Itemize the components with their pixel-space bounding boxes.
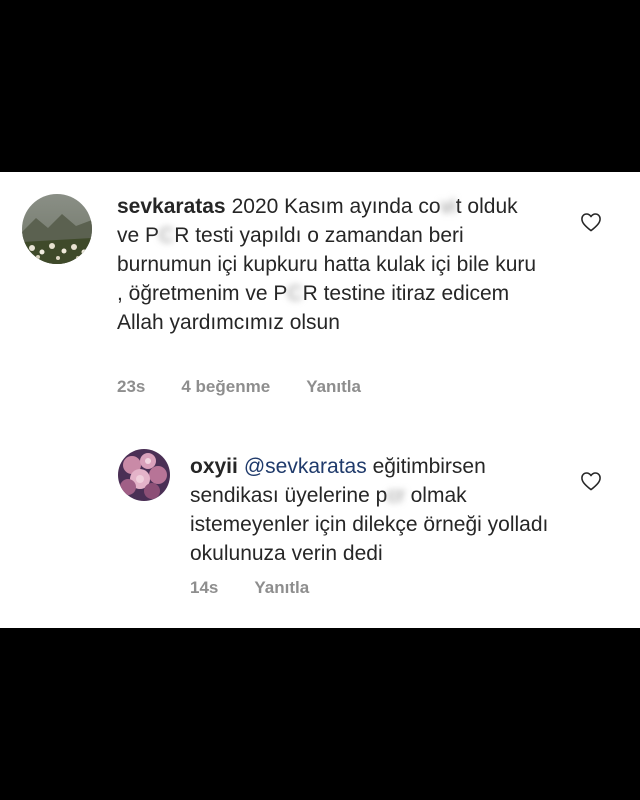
heart-outline-icon[interactable] bbox=[580, 471, 602, 491]
comment-text-segment: p bbox=[375, 484, 388, 507]
comment-timestamp[interactable]: 23s bbox=[117, 377, 145, 397]
blurred-text: C bbox=[287, 282, 303, 305]
mention-link[interactable]: @sevkaratas bbox=[244, 455, 367, 478]
blurred-text: cr bbox=[387, 484, 405, 507]
avatar[interactable] bbox=[22, 194, 92, 264]
reply-button[interactable]: Yanıtla bbox=[254, 578, 309, 598]
likes-count[interactable]: 4 beğenme bbox=[181, 377, 270, 397]
comment-timestamp[interactable]: 14s bbox=[190, 578, 218, 598]
comment-meta: 23s 4 beğenme Yanıtla bbox=[117, 377, 361, 397]
comment-text-segment: 2020 Kasım ayında bbox=[231, 195, 419, 218]
blurred-text: vi bbox=[440, 195, 456, 218]
comment-text: sevkaratas 2020 Kasım ayında covit olduk … bbox=[117, 192, 537, 337]
comment-text: oxyii @sevkaratas eğitimbirsen sendikası … bbox=[190, 452, 555, 568]
avatar[interactable] bbox=[118, 449, 170, 501]
reply-button[interactable]: Yanıtla bbox=[306, 377, 361, 397]
reply-comment-item: oxyii @sevkaratas eğitimbirsen sendikası … bbox=[0, 432, 640, 622]
comment-text-segment: P bbox=[273, 282, 288, 305]
comment-text-segment: co bbox=[418, 195, 441, 218]
comments-panel: sevkaratas 2020 Kasım ayında covit olduk … bbox=[0, 172, 640, 628]
comment-username[interactable]: oxyii bbox=[190, 455, 238, 478]
comment-text-segment: P bbox=[145, 224, 160, 247]
comment-meta: 14s Yanıtla bbox=[190, 578, 309, 598]
comment-username[interactable]: sevkaratas bbox=[117, 195, 226, 218]
heart-outline-icon[interactable] bbox=[580, 212, 602, 232]
blurred-text: C bbox=[159, 224, 175, 247]
comment-item: sevkaratas 2020 Kasım ayında covit olduk … bbox=[0, 172, 640, 412]
